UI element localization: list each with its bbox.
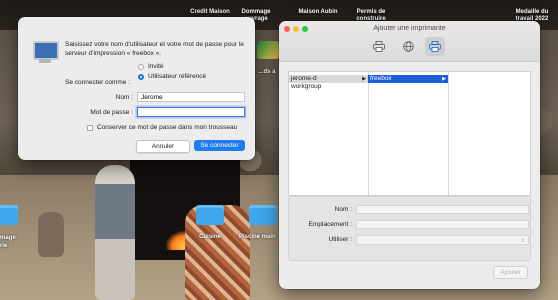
printer-name-field[interactable]: [356, 205, 529, 214]
desktop-item-partial-ds[interactable]: ...ds a: [254, 69, 280, 76]
radio-guest[interactable]: Invité: [138, 63, 164, 70]
chevron-right-icon: ▶: [442, 76, 446, 82]
keychain-option[interactable]: Conserver ce mot de passe dans mon trous…: [87, 124, 237, 131]
window-title: Ajouter une imprimante: [373, 25, 446, 32]
radio-registered-user[interactable]: Utilisateur référencé: [138, 73, 206, 80]
printer-details-panel: Nom : Emplacement : Utiliser : ⇕: [288, 196, 531, 261]
browser-column-servers: freebox ▶: [368, 72, 449, 195]
auth-message: Saisissez votre nom d’utilisateur et vot…: [65, 41, 244, 57]
desktop-item-partial-mage[interactable]: mage: [0, 235, 18, 242]
connect-button[interactable]: Se connecter: [194, 140, 245, 151]
desktop-item-partial-rie[interactable]: rie: [0, 243, 18, 250]
toolbar-ip-button[interactable]: [398, 37, 418, 56]
name-label: Nom :: [115, 94, 133, 101]
radio-registered-control[interactable]: [138, 73, 144, 80]
printer-use-label: Utiliser :: [328, 236, 352, 243]
browser-column-printers: [448, 72, 530, 195]
folder-icon[interactable]: [249, 205, 277, 225]
wallpaper-person: [95, 165, 135, 300]
printer-location-label: Emplacement :: [308, 221, 352, 228]
browser-item-jerome-d[interactable]: jerome-d ▶: [289, 75, 368, 83]
printer-location-field[interactable]: [356, 220, 529, 229]
browser-item-label: jerome-d: [291, 75, 317, 82]
add-printer-button[interactable]: Ajouter: [493, 266, 528, 279]
radio-registered-label: Utilisateur référencé: [148, 73, 207, 80]
toolbar-windows-button[interactable]: [425, 37, 445, 56]
desktop-item-maison-aubin[interactable]: Maison Aubin: [290, 9, 346, 16]
windows-printer-icon: [429, 41, 441, 52]
browser-item-label: freebox: [370, 75, 392, 82]
printer-name-label: Nom :: [334, 206, 352, 213]
printer-driver-select[interactable]: ⇕: [356, 235, 529, 245]
cancel-button[interactable]: Annuler: [136, 140, 190, 153]
name-field[interactable]: [137, 92, 245, 102]
wallpaper-pot: [38, 212, 64, 257]
browser-item-label: workgroup: [291, 83, 322, 90]
keychain-label: Conserver ce mot de passe dans mon trous…: [97, 124, 238, 131]
select-arrows-icon: ⇕: [520, 238, 525, 244]
folder-icon[interactable]: [196, 205, 224, 225]
add-printer-window: Ajouter une imprimante jerome-d ▶ workgr…: [279, 21, 540, 289]
ip-globe-icon: [402, 41, 414, 52]
radio-guest-label: Invité: [148, 63, 164, 70]
desktop-item-piscine[interactable]: Piscine main: [239, 234, 279, 241]
desktop-app-icon[interactable]: [257, 41, 279, 59]
desktop-item-cuisine[interactable]: Cuisine: [186, 234, 234, 241]
radio-guest-control[interactable]: [138, 63, 144, 70]
chevron-right-icon: ▶: [362, 76, 366, 82]
default-printer-icon: [373, 41, 385, 52]
password-field[interactable]: [137, 107, 245, 117]
keychain-checkbox[interactable]: [87, 124, 93, 131]
auth-dialog: Saisissez votre nom d’utilisateur et vot…: [18, 17, 255, 160]
folder-icon[interactable]: [0, 205, 18, 225]
toolbar-default-button[interactable]: [369, 37, 389, 56]
window-toolbar: Ajouter une imprimante: [279, 21, 540, 62]
password-label: Mot de passe :: [90, 109, 133, 116]
printer-browser[interactable]: jerome-d ▶ workgroup freebox ▶: [288, 71, 531, 196]
print-server-icon: [31, 41, 59, 63]
browser-item-workgroup[interactable]: workgroup: [289, 83, 368, 91]
connect-as-label: Se connecter comme :: [65, 79, 131, 86]
browser-column-workgroups: jerome-d ▶ workgroup: [289, 72, 369, 195]
browser-item-freebox[interactable]: freebox ▶: [368, 75, 448, 83]
